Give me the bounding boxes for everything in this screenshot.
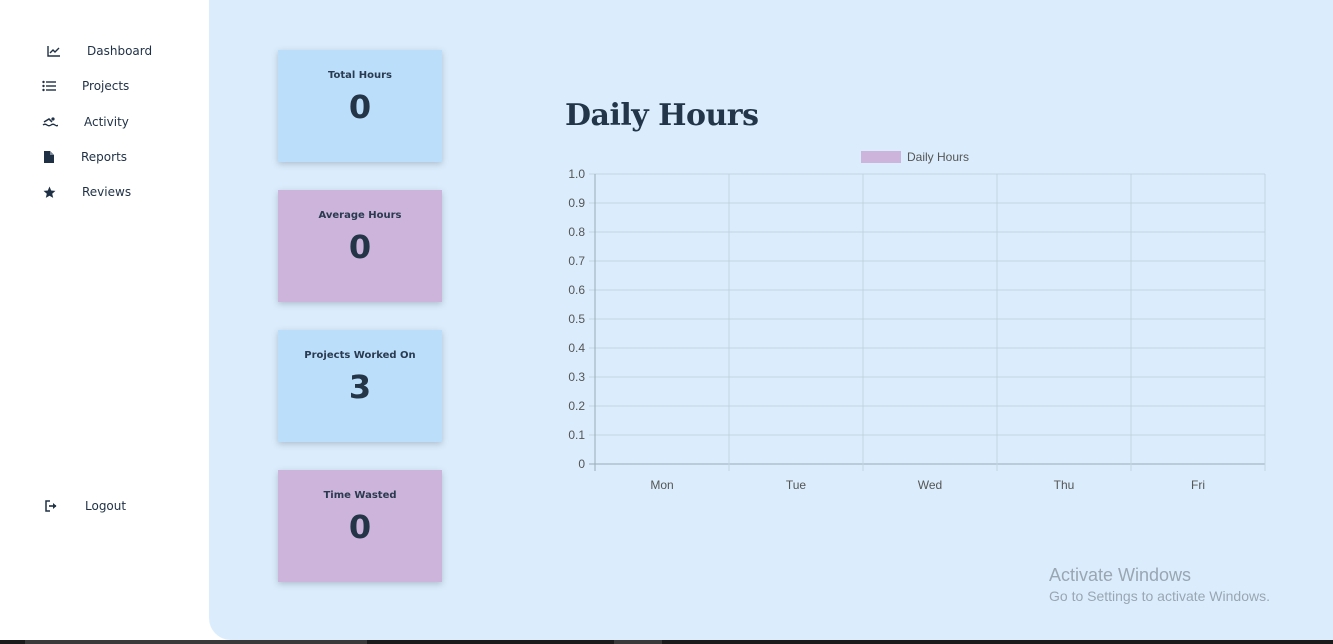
stat-title: Time Wasted (323, 490, 397, 501)
watermark-subtitle: Go to Settings to activate Windows. (1049, 588, 1270, 604)
x-tick-label: Fri (1191, 478, 1205, 492)
x-tick-label: Tue (786, 478, 807, 492)
y-tick-label: 1.0 (568, 167, 585, 181)
y-tick-label: 0.7 (568, 254, 585, 268)
sidebar-item-reports[interactable]: Reports (0, 145, 200, 169)
watermark-title: Activate Windows (1049, 565, 1192, 585)
stat-card-total-hours: Total Hours 0 (278, 50, 442, 162)
sidebar-item-label: Reports (81, 150, 128, 164)
y-tick-label: 0 (578, 457, 585, 471)
stat-card-average-hours: Average Hours 0 (278, 190, 442, 302)
stat-card-projects-worked-on: Projects Worked On 3 (278, 330, 442, 442)
main-content: Total Hours 0 Average Hours 0 Projects W… (209, 0, 1333, 640)
y-tick-label: 0.1 (568, 428, 585, 442)
stat-value: 0 (348, 228, 372, 266)
y-tick-label: 0.5 (568, 312, 585, 326)
sidebar: Dashboard Projects Activity Reports Revi… (0, 0, 209, 644)
sidebar-item-label: Dashboard (87, 44, 153, 58)
stat-value: 0 (348, 508, 372, 546)
x-tick-label: Thu (1054, 478, 1075, 492)
y-tick-label: 0.8 (568, 225, 585, 239)
stat-value: 0 (348, 88, 372, 126)
daily-hours-chart: 0 0.1 0.2 0.3 0.4 0.5 0.6 0.7 0.8 0.9 1.0 Mon Tue Wed… (568, 167, 1266, 492)
sidebar-item-activity[interactable]: Activity (0, 110, 200, 134)
sidebar-item-projects[interactable]: Projects (0, 74, 200, 98)
activate-windows-watermark: Activate Windows Go to Settings to activ… (1049, 565, 1270, 604)
sidebar-item-dashboard[interactable]: Dashboard (0, 39, 200, 63)
stat-title: Projects Worked On (304, 350, 416, 361)
sidebar-item-label: Activity (84, 115, 129, 129)
file-icon (41, 149, 57, 165)
sign-out-icon (44, 498, 60, 514)
x-tick-label: Wed (918, 478, 942, 492)
taskbar-item[interactable] (25, 640, 367, 644)
star-icon (41, 184, 57, 200)
sidebar-item-label: Reviews (82, 185, 132, 199)
y-tick-label: 0.3 (568, 370, 585, 384)
y-tick-label: 0.6 (568, 283, 585, 297)
logout-label: Logout (85, 499, 127, 513)
y-tick-label: 0.4 (568, 341, 585, 355)
chart-line-icon (46, 43, 62, 59)
stat-title: Total Hours (327, 70, 393, 81)
swimmer-icon (42, 114, 58, 130)
chart-title: Daily Hours (565, 98, 759, 133)
sidebar-item-label: Projects (82, 79, 130, 93)
sidebar-item-reviews[interactable]: Reviews (0, 180, 200, 204)
logout-button[interactable]: Logout (0, 494, 200, 518)
y-tick-label: 0.9 (568, 196, 585, 210)
stat-title: Average Hours (318, 210, 402, 221)
taskbar-item[interactable] (614, 640, 662, 644)
x-tick-label: Mon (650, 478, 673, 492)
stat-value: 3 (348, 368, 372, 406)
list-icon (41, 78, 57, 94)
y-tick-label: 0.2 (568, 399, 585, 413)
stat-card-time-wasted: Time Wasted 0 (278, 470, 442, 582)
